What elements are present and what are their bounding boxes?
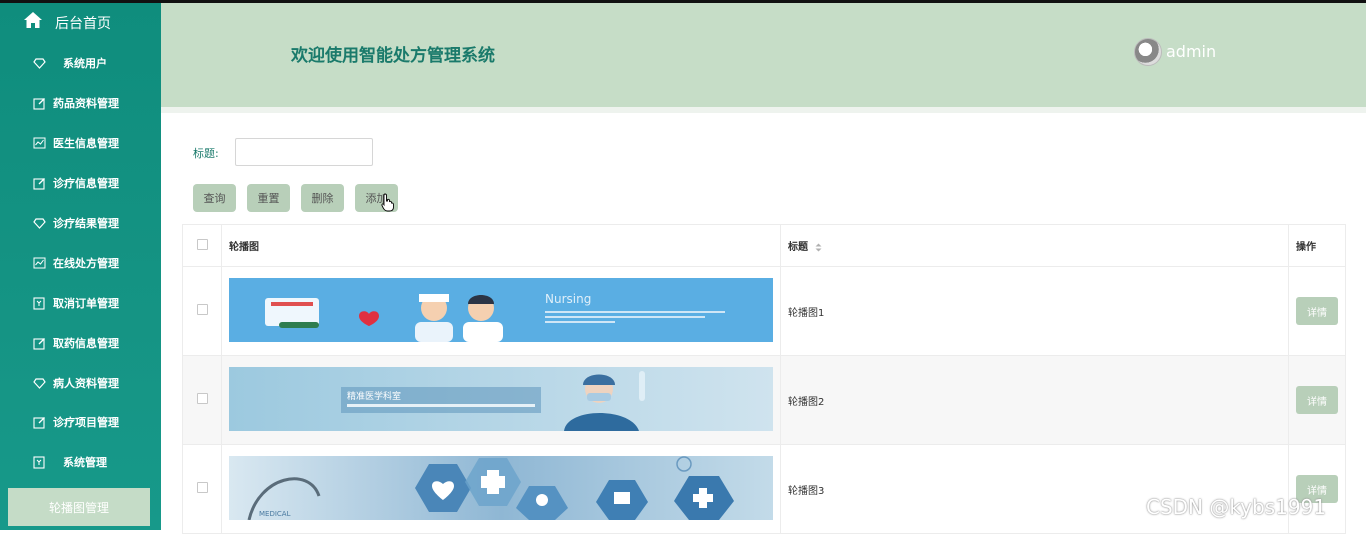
sidebar-item-label: 轮播图管理 <box>48 500 109 515</box>
title-search-input[interactable] <box>235 138 373 166</box>
select-all-cell <box>182 224 222 267</box>
sidebar-item-label: 在线处方管理 <box>53 257 119 270</box>
diamond-icon <box>33 217 46 229</box>
diamond-icon <box>33 57 46 69</box>
edit-icon <box>33 97 45 110</box>
action-cell: 详情 <box>1288 266 1346 356</box>
header-shadow <box>161 107 1366 113</box>
column-header-image: 轮播图 <box>221 224 781 267</box>
bookmark-icon <box>33 296 45 310</box>
carousel-table: 轮播图 标题 操作 Nursing 轮播图1 详情 精准医学科室 轮播图2 详情… <box>182 224 1346 534</box>
banner-image-precision-medicine[interactable]: 精准医学科室 <box>229 366 773 431</box>
diamond-icon <box>33 377 46 389</box>
banner-image-medical[interactable]: MEDICAL <box>229 455 773 520</box>
table-row: MEDICAL 轮播图3 详情 <box>182 444 1346 534</box>
sidebar-item-diagnosis-result[interactable]: 诊疗结果管理 <box>0 203 161 243</box>
sidebar-item-label: 诊疗结果管理 <box>53 217 119 230</box>
sidebar-home[interactable]: 后台首页 <box>0 3 161 41</box>
title-cell: 轮播图2 <box>780 355 1289 445</box>
title-cell: 轮播图1 <box>780 266 1289 356</box>
sidebar-item-label: 诊疗项目管理 <box>53 416 119 429</box>
sort-icon[interactable] <box>815 243 822 252</box>
sidebar-item-diagnosis-info[interactable]: 诊疗信息管理 <box>0 163 161 203</box>
row-select-cell <box>182 444 222 534</box>
banner-cell: Nursing <box>221 266 781 356</box>
banner-image-nursing[interactable]: Nursing <box>229 277 773 342</box>
bookmark-icon <box>33 455 45 469</box>
header: 欢迎使用智能处方管理系统 admin <box>161 3 1366 108</box>
row-checkbox[interactable] <box>196 482 208 493</box>
sidebar-item-label: 诊疗信息管理 <box>53 177 119 190</box>
sidebar: 后台首页 系统用户 药品资料管理 医生信息管理 诊疗信息管理 诊疗结果管理 在线… <box>0 3 161 530</box>
sidebar-item-label: 病人资料管理 <box>53 377 119 390</box>
title-cell: 轮播图3 <box>780 444 1289 534</box>
banner-cell: MEDICAL <box>221 444 781 534</box>
row-select-cell <box>182 355 222 445</box>
sidebar-item-patient-data[interactable]: 病人资料管理 <box>0 363 161 403</box>
search-label: 标题: <box>193 147 219 160</box>
sidebar-item-label: 系统管理 <box>63 456 107 469</box>
column-header-title[interactable]: 标题 <box>780 224 1289 267</box>
sidebar-item-cancel-order[interactable]: 取消订单管理 <box>0 283 161 323</box>
table-row: Nursing 轮播图1 详情 <box>182 266 1346 356</box>
edit-icon <box>33 177 45 190</box>
table-row: 精准医学科室 轮播图2 详情 <box>182 355 1346 445</box>
sidebar-item-label: 药品资料管理 <box>53 97 119 110</box>
sidebar-item-label: 取药信息管理 <box>53 337 119 350</box>
sidebar-item-label: 系统用户 <box>63 57 107 70</box>
column-header-action: 操作 <box>1288 224 1346 267</box>
sidebar-item-online-prescription[interactable]: 在线处方管理 <box>0 243 161 283</box>
row-checkbox[interactable] <box>196 393 208 404</box>
select-all-checkbox[interactable] <box>196 238 208 250</box>
banner-text: 精准医学科室 <box>347 390 401 402</box>
column-header-label: 标题 <box>788 242 808 253</box>
sidebar-item-system-users[interactable]: 系统用户 <box>0 43 161 83</box>
action-cell: 详情 <box>1288 355 1346 445</box>
sidebar-item-diagnosis-project[interactable]: 诊疗项目管理 <box>0 402 161 442</box>
chart-icon <box>33 257 46 269</box>
sidebar-home-label: 后台首页 <box>55 16 111 32</box>
row-select-cell <box>182 266 222 356</box>
sidebar-item-drug-data[interactable]: 药品资料管理 <box>0 83 161 123</box>
edit-icon <box>33 416 45 429</box>
query-button[interactable]: 查询 <box>193 184 236 212</box>
sidebar-item-label: 取消订单管理 <box>53 297 119 310</box>
banner-text: MEDICAL <box>259 510 291 518</box>
watermark: CSDN @kybs1991 <box>1146 495 1327 519</box>
sidebar-item-pickup-info[interactable]: 取药信息管理 <box>0 323 161 363</box>
sidebar-item-doctor-info[interactable]: 医生信息管理 <box>0 123 161 163</box>
hand-cursor-icon <box>381 193 394 212</box>
reset-button[interactable]: 重置 <box>247 184 290 212</box>
banner-cell: 精准医学科室 <box>221 355 781 445</box>
detail-button[interactable]: 详情 <box>1296 386 1338 414</box>
edit-icon <box>33 337 45 350</box>
delete-button[interactable]: 删除 <box>301 184 344 212</box>
chart-icon <box>33 137 46 149</box>
row-checkbox[interactable] <box>196 304 208 315</box>
username[interactable]: admin <box>1166 42 1216 61</box>
page-title: 欢迎使用智能处方管理系统 <box>291 46 495 66</box>
home-icon <box>24 12 42 28</box>
action-cell: 详情 <box>1288 444 1346 534</box>
banner-text: Nursing <box>545 292 591 306</box>
detail-button[interactable]: 详情 <box>1296 297 1338 325</box>
sidebar-item-label: 医生信息管理 <box>53 137 119 150</box>
sidebar-item-system-management[interactable]: 系统管理 <box>0 442 161 482</box>
sidebar-item-carousel-management[interactable]: 轮播图管理 <box>8 488 150 526</box>
table-header-row: 轮播图 标题 操作 <box>182 224 1346 267</box>
avatar[interactable] <box>1134 38 1162 66</box>
